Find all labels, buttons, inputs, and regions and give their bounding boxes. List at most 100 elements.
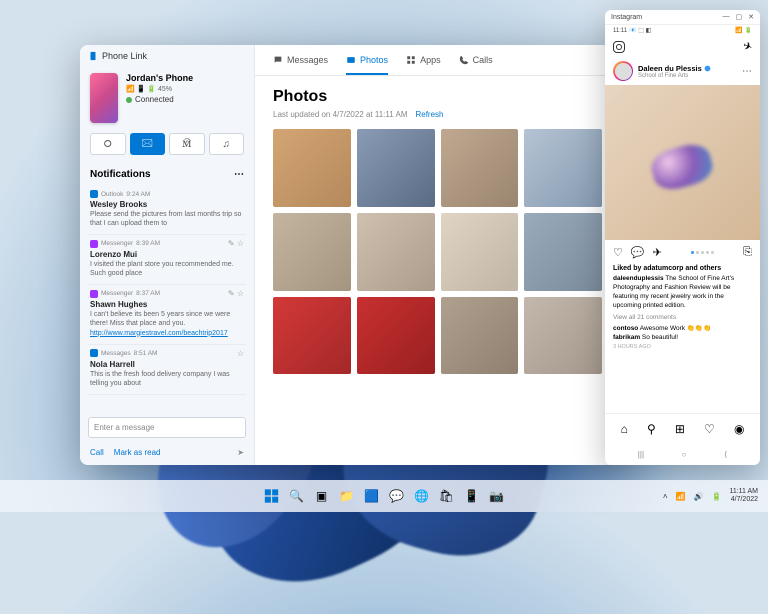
phone-link-window: Phone Link Jordan's Phone 📶 📱 🔋 45% Conn… bbox=[80, 45, 620, 465]
app-title: Phone Link bbox=[80, 45, 254, 67]
apps-icon bbox=[406, 55, 416, 65]
notification-item[interactable]: Messages8:51 AM☆Nola HarrellThis is the … bbox=[88, 345, 246, 395]
notifications-header: Notifications ⋯ bbox=[80, 163, 254, 186]
photo-thumbnail[interactable] bbox=[357, 213, 435, 291]
post-image[interactable] bbox=[605, 85, 760, 240]
minimize-icon[interactable]: — bbox=[723, 13, 730, 21]
chevron-up-icon[interactable]: ˄ bbox=[663, 492, 668, 501]
search-icon[interactable]: 🔍 bbox=[287, 486, 307, 506]
photo-thumbnail[interactable] bbox=[524, 297, 602, 375]
taskbar: 🔍 ▣ 📁 🟦 💬 🌐 🛍 📱 📷 ˄ 📶 🔊 🔋 11:11 AM4/7/20… bbox=[0, 480, 768, 512]
device-name: Jordan's Phone bbox=[126, 73, 193, 83]
refresh-link[interactable]: Refresh bbox=[415, 110, 443, 119]
app-header: ✈ bbox=[605, 36, 760, 57]
widgets-icon[interactable]: 🟦 bbox=[362, 486, 382, 506]
home-icon[interactable]: ⌂ bbox=[621, 422, 628, 436]
calls-icon bbox=[459, 55, 469, 65]
more-icon[interactable]: ⋯ bbox=[234, 169, 244, 180]
avatar[interactable] bbox=[613, 61, 633, 81]
likes-text[interactable]: Liked by adatumcorp and others bbox=[605, 265, 760, 272]
tab-photos[interactable]: Photos bbox=[346, 55, 388, 75]
like-icon[interactable]: ♡ bbox=[613, 246, 623, 259]
photo-thumbnail[interactable] bbox=[273, 213, 351, 291]
back-icon[interactable]: ⟨ bbox=[724, 450, 727, 459]
post-time: 3 hours ago bbox=[605, 342, 760, 352]
post-more-icon[interactable]: ⋯ bbox=[742, 66, 752, 77]
explorer-icon[interactable]: 📁 bbox=[337, 486, 357, 506]
clock[interactable]: 11:11 AM4/7/2022 bbox=[729, 488, 758, 503]
home-button-icon[interactable]: ○ bbox=[682, 450, 687, 459]
photo-thumbnail[interactable] bbox=[273, 297, 351, 375]
volume-button[interactable]: 🕅 bbox=[169, 133, 205, 155]
photo-thumbnail[interactable] bbox=[441, 297, 519, 375]
start-icon[interactable] bbox=[262, 486, 282, 506]
verified-icon bbox=[704, 65, 711, 72]
tab-messages[interactable]: Messages bbox=[273, 55, 328, 75]
carousel-dots bbox=[691, 251, 714, 254]
device-info: Jordan's Phone 📶 📱 🔋 45% Connected bbox=[80, 67, 254, 133]
call-link[interactable]: Call bbox=[90, 448, 104, 457]
search-icon[interactable]: ⚲ bbox=[647, 422, 656, 436]
photo-thumbnail[interactable] bbox=[357, 297, 435, 375]
volume-icon[interactable]: 🔊 bbox=[694, 492, 704, 501]
task-view-icon[interactable]: ▣ bbox=[312, 486, 332, 506]
wifi-icon[interactable]: 📶 bbox=[676, 492, 686, 501]
device-status: 📶 📱 🔋 45% bbox=[126, 85, 193, 93]
phone-thumbnail[interactable] bbox=[90, 73, 118, 123]
message-input[interactable]: Enter a message bbox=[88, 417, 246, 438]
send-icon[interactable]: ➤ bbox=[237, 448, 244, 457]
phone-link-taskbar-icon[interactable]: 📱 bbox=[462, 486, 482, 506]
comment-icon[interactable]: 💬 bbox=[631, 246, 645, 259]
instagram-taskbar-icon[interactable]: 📷 bbox=[487, 486, 507, 506]
bookmark-icon[interactable]: ⎘ bbox=[743, 246, 752, 259]
instagram-logo-icon[interactable] bbox=[613, 41, 625, 53]
close-icon[interactable]: ✕ bbox=[748, 13, 754, 21]
photo-thumbnail[interactable] bbox=[357, 129, 435, 207]
dnd-button[interactable]: ⭘ bbox=[90, 133, 126, 155]
share-icon[interactable]: ✈ bbox=[653, 246, 662, 259]
edge-icon[interactable]: 🌐 bbox=[412, 486, 432, 506]
system-tray[interactable]: ˄ 📶 🔊 🔋 11:11 AM4/7/2022 bbox=[663, 488, 758, 503]
titlebar: Instagram — ▢ ✕ bbox=[605, 10, 760, 25]
sidebar-footer: Call Mark as read ➤ bbox=[80, 444, 254, 465]
photo-thumbnail[interactable] bbox=[524, 213, 602, 291]
bottom-nav: ⌂ ⚲ ⊞ ♡ ◉ bbox=[605, 413, 760, 444]
notification-item[interactable]: Messenger8:39 AM✎ ☆Lorenzo MuiI visited … bbox=[88, 235, 246, 285]
location[interactable]: School of Fine Arts bbox=[638, 73, 711, 79]
updated-text: Last updated on 4/7/2022 at 11:11 AMRefr… bbox=[273, 110, 602, 119]
store-icon[interactable]: 🛍 bbox=[437, 486, 457, 506]
direct-message-icon[interactable]: ✈ bbox=[741, 39, 754, 54]
page-title: Photos bbox=[273, 88, 602, 106]
tab-apps[interactable]: Apps bbox=[406, 55, 441, 75]
taskbar-center: 🔍 ▣ 📁 🟦 💬 🌐 🛍 📱 📷 bbox=[262, 486, 507, 506]
chat-icon[interactable]: 💬 bbox=[387, 486, 407, 506]
quick-actions: ⭘ 🖂 🕅 ♫ bbox=[80, 133, 254, 163]
photo-thumbnail[interactable] bbox=[273, 129, 351, 207]
add-icon[interactable]: ⊞ bbox=[675, 422, 685, 436]
photo-thumbnail[interactable] bbox=[524, 129, 602, 207]
recents-icon[interactable]: ||| bbox=[638, 450, 644, 459]
photos-icon bbox=[346, 55, 356, 65]
notification-item[interactable]: Messenger8:37 AM✎ ☆Shawn HughesI can't b… bbox=[88, 285, 246, 344]
post-header[interactable]: Daleen du Plessis School of Fine Arts ⋯ bbox=[605, 57, 760, 85]
username[interactable]: Daleen du Plessis bbox=[638, 64, 711, 73]
notifications-list: Outlook9:24 AMWesley BrooksPlease send t… bbox=[80, 186, 254, 411]
profile-icon[interactable]: ◉ bbox=[734, 422, 744, 436]
tabs: Messages Photos Apps Calls bbox=[255, 45, 620, 76]
comment-1: contoso Awesome Work 👏👏👏 bbox=[605, 323, 760, 333]
mark-read-link[interactable]: Mark as read bbox=[114, 448, 161, 457]
activity-icon[interactable]: ♡ bbox=[704, 422, 715, 436]
view-comments[interactable]: View all 21 comments bbox=[605, 312, 760, 323]
comment-2: fabrikam So beautiful! bbox=[605, 333, 760, 342]
android-nav: ||| ○ ⟨ bbox=[605, 444, 760, 465]
status-dot-icon bbox=[126, 97, 132, 103]
audio-button[interactable]: ♫ bbox=[209, 133, 245, 155]
photo-thumbnail[interactable] bbox=[441, 129, 519, 207]
photo-thumbnail[interactable] bbox=[441, 213, 519, 291]
bluetooth-button[interactable]: 🖂 bbox=[130, 133, 166, 155]
notification-item[interactable]: Outlook9:24 AMWesley BrooksPlease send t… bbox=[88, 186, 246, 235]
battery-icon[interactable]: 🔋 bbox=[711, 492, 721, 501]
tab-calls[interactable]: Calls bbox=[459, 55, 493, 75]
maximize-icon[interactable]: ▢ bbox=[736, 13, 743, 21]
caption: daleenduplessis The School of Fine Art's… bbox=[605, 272, 760, 312]
